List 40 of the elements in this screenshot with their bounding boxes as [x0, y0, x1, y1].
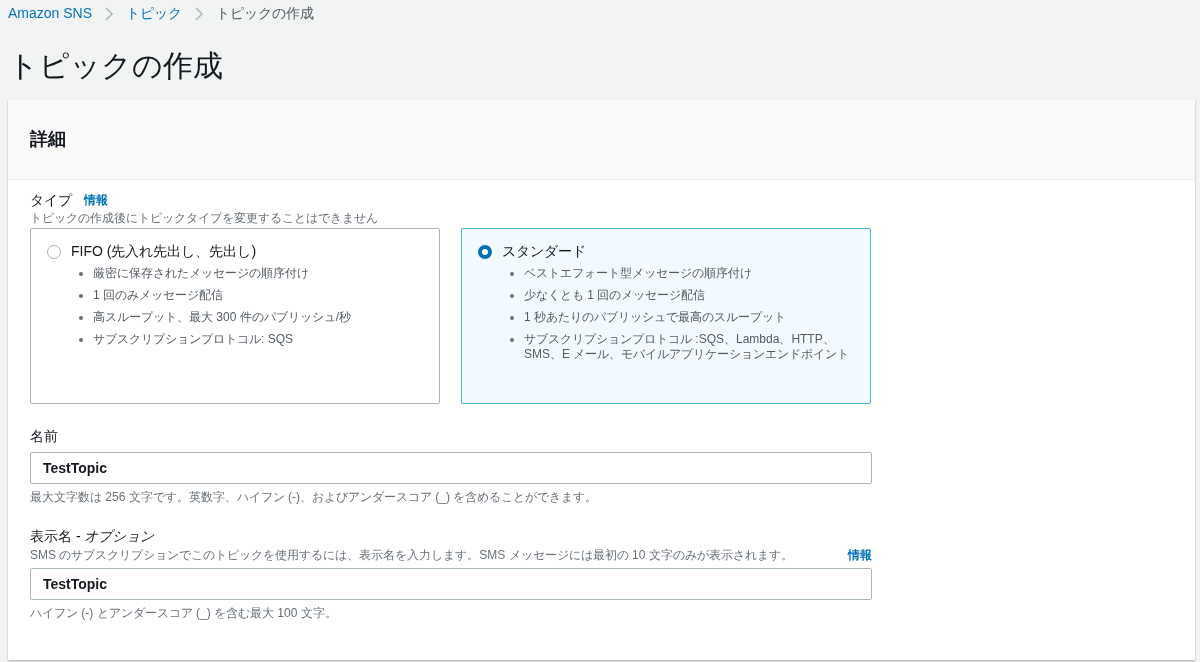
option-bullet: ベストエフォート型メッセージの順序付け — [524, 266, 752, 281]
option-bullet: 高スループット、最大 300 件のパブリッシュ/秒 — [93, 310, 352, 325]
breadcrumb-current: トピックの作成 — [216, 4, 315, 23]
panel-title: 詳細 — [30, 128, 66, 151]
option-label: FIFO (先入れ先出し、先出し) — [71, 242, 257, 261]
radio-card[interactable]: FIFO (先入れ先出し、先出し) 厳密に保存されたメッセージの順序付け 1 回のみメッセージ配信 高スループット、最大 300 件のパブリッシュ/秒 サブスクリプションプロトコル: SQS — [30, 228, 440, 404]
radio-card[interactable]: スタンダード ベストエフォート型メッセージの順序付け 少なくとも 1 回のメッセージ配信 1 秒あたりのパブリッシュで最高のスループット サブスクリプションプロトコル :SQS、Lambda、HTTP、SMS、E メール、モバイルアプリケーションエンドポイント — [461, 228, 871, 404]
input-field[interactable]: TestTopic — [30, 452, 872, 484]
breadcrumb-link[interactable]: トピック — [126, 3, 183, 24]
option-bullet: サブスクリプションプロトコル: SQS — [93, 332, 293, 347]
info-link[interactable]: 情報 — [84, 190, 108, 210]
field-description: SMS のサブスクリプションでこのトピックを使用するには、表示名を入力します。SMS メッセージには最初の 10 文字のみが表示されます。 — [30, 547, 793, 564]
chevron-icon — [104, 5, 115, 22]
bullet-icon — [79, 338, 83, 342]
breadcrumb-link[interactable]: Amazon SNS — [8, 3, 93, 24]
option-bullet: 少なくとも 1 回のメッセージ配信 — [524, 288, 706, 303]
bullet-icon — [510, 338, 514, 342]
bullet-icon — [79, 294, 83, 298]
chevron-icon — [194, 5, 205, 22]
radio-button[interactable] — [47, 244, 61, 259]
field-label: 表示名 - オプション — [30, 527, 156, 546]
option-label: スタンダード — [502, 242, 586, 261]
bullet-icon — [510, 294, 514, 298]
info-link[interactable]: 情報 — [848, 546, 872, 564]
radio-button[interactable] — [478, 244, 492, 259]
field-label: タイプ — [30, 191, 72, 210]
option-bullet: 厳密に保存されたメッセージの順序付け — [93, 266, 309, 281]
field-hint: 最大文字数は 256 文字です。英数字、ハイフン (-)、およびアンダースコア (_) を含めることができます。 — [30, 489, 599, 506]
field-label: 名前 — [30, 427, 59, 446]
input-field[interactable]: TestTopic — [30, 568, 872, 600]
bullet-icon — [510, 316, 514, 320]
field-description: トピックの作成後にトピックタイプを変更することはできません — [30, 210, 379, 226]
field-hint: ハイフン (-) とアンダースコア (_) を含む最大 100 文字。 — [30, 605, 338, 622]
option-bullet: 1 回のみメッセージ配信 — [93, 288, 223, 303]
bullet-icon — [79, 316, 83, 320]
bullet-icon — [510, 272, 514, 276]
page-title: トピックの作成 — [7, 48, 224, 84]
option-bullet: 1 秒あたりのパブリッシュで最高のスループット — [524, 310, 786, 325]
option-bullet: サブスクリプションプロトコル :SQS、Lambda、HTTP、SMS、E メール、モバイルアプリケーションエンドポイント — [524, 332, 850, 362]
bullet-icon — [79, 272, 83, 276]
